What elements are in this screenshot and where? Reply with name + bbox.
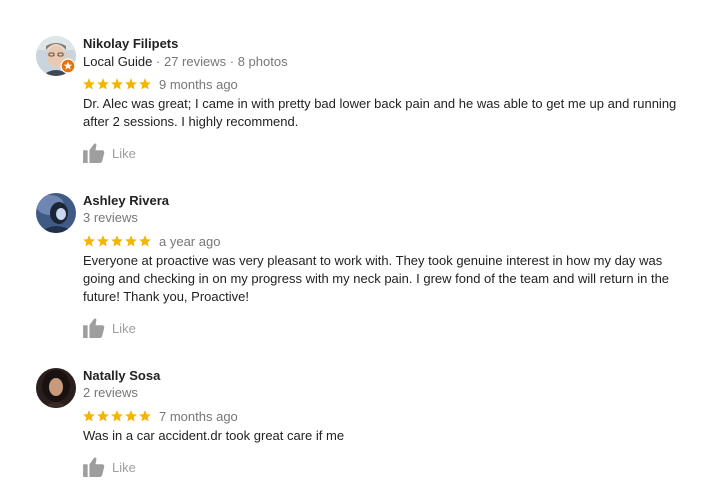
photos-count: 8 photos bbox=[237, 54, 288, 69]
reviews-count: 27 reviews bbox=[163, 54, 227, 69]
star-icon bbox=[83, 235, 95, 247]
reviews-count: 2 reviews bbox=[83, 385, 138, 400]
thumbs-up-icon bbox=[83, 143, 105, 163]
like-button[interactable]: Like bbox=[83, 457, 136, 477]
like-button[interactable]: Like bbox=[83, 318, 136, 338]
reviewer-meta: 3 reviews bbox=[83, 210, 138, 225]
thumbs-up-icon bbox=[83, 318, 105, 338]
star-icon bbox=[139, 410, 151, 422]
avatar[interactable] bbox=[36, 193, 76, 233]
star-icon bbox=[125, 410, 137, 422]
review-text: Everyone at proactive was very pleasant … bbox=[83, 253, 670, 304]
like-label: Like bbox=[112, 320, 136, 336]
star-icon bbox=[111, 235, 123, 247]
avatar[interactable] bbox=[36, 36, 76, 76]
review-text: Was in a car accident.dr took great care… bbox=[83, 428, 345, 443]
review-time: a year ago bbox=[159, 234, 221, 249]
star-icon bbox=[125, 78, 137, 90]
star-icon bbox=[111, 78, 123, 90]
like-label: Like bbox=[112, 145, 136, 161]
reviewer-name[interactable]: Natally Sosa bbox=[83, 368, 160, 383]
star-icon bbox=[97, 235, 109, 247]
star-icon bbox=[97, 410, 109, 422]
star-icon bbox=[83, 78, 95, 90]
reviewer-name[interactable]: Nikolay Filipets bbox=[83, 36, 178, 51]
reviewer-meta: 2 reviews bbox=[83, 385, 138, 400]
review-text: Dr. Alec was great; I came in with prett… bbox=[83, 96, 677, 129]
thumbs-up-icon bbox=[83, 457, 105, 477]
star-icon bbox=[111, 410, 123, 422]
star-icon bbox=[139, 235, 151, 247]
star-icon bbox=[83, 410, 95, 422]
star-rating bbox=[82, 234, 152, 248]
avatar[interactable] bbox=[36, 368, 76, 408]
star-icon bbox=[139, 78, 151, 90]
meta-separator: · bbox=[229, 54, 235, 69]
local-guide-badge-icon bbox=[60, 58, 76, 74]
star-icon bbox=[97, 78, 109, 90]
like-button[interactable]: Like bbox=[83, 143, 136, 163]
reviews-count: 3 reviews bbox=[83, 210, 138, 225]
reviewer-meta: Local Guide · 27 reviews · 8 photos bbox=[83, 54, 288, 69]
review-time: 7 months ago bbox=[159, 409, 238, 424]
reviewer-name[interactable]: Ashley Rivera bbox=[83, 193, 169, 208]
local-guide-label: Local Guide bbox=[83, 54, 153, 69]
star-rating bbox=[82, 77, 152, 91]
like-label: Like bbox=[112, 459, 136, 475]
star-rating bbox=[82, 409, 152, 423]
star-icon bbox=[125, 235, 137, 247]
meta-separator: · bbox=[156, 54, 161, 69]
review-time: 9 months ago bbox=[159, 77, 238, 92]
